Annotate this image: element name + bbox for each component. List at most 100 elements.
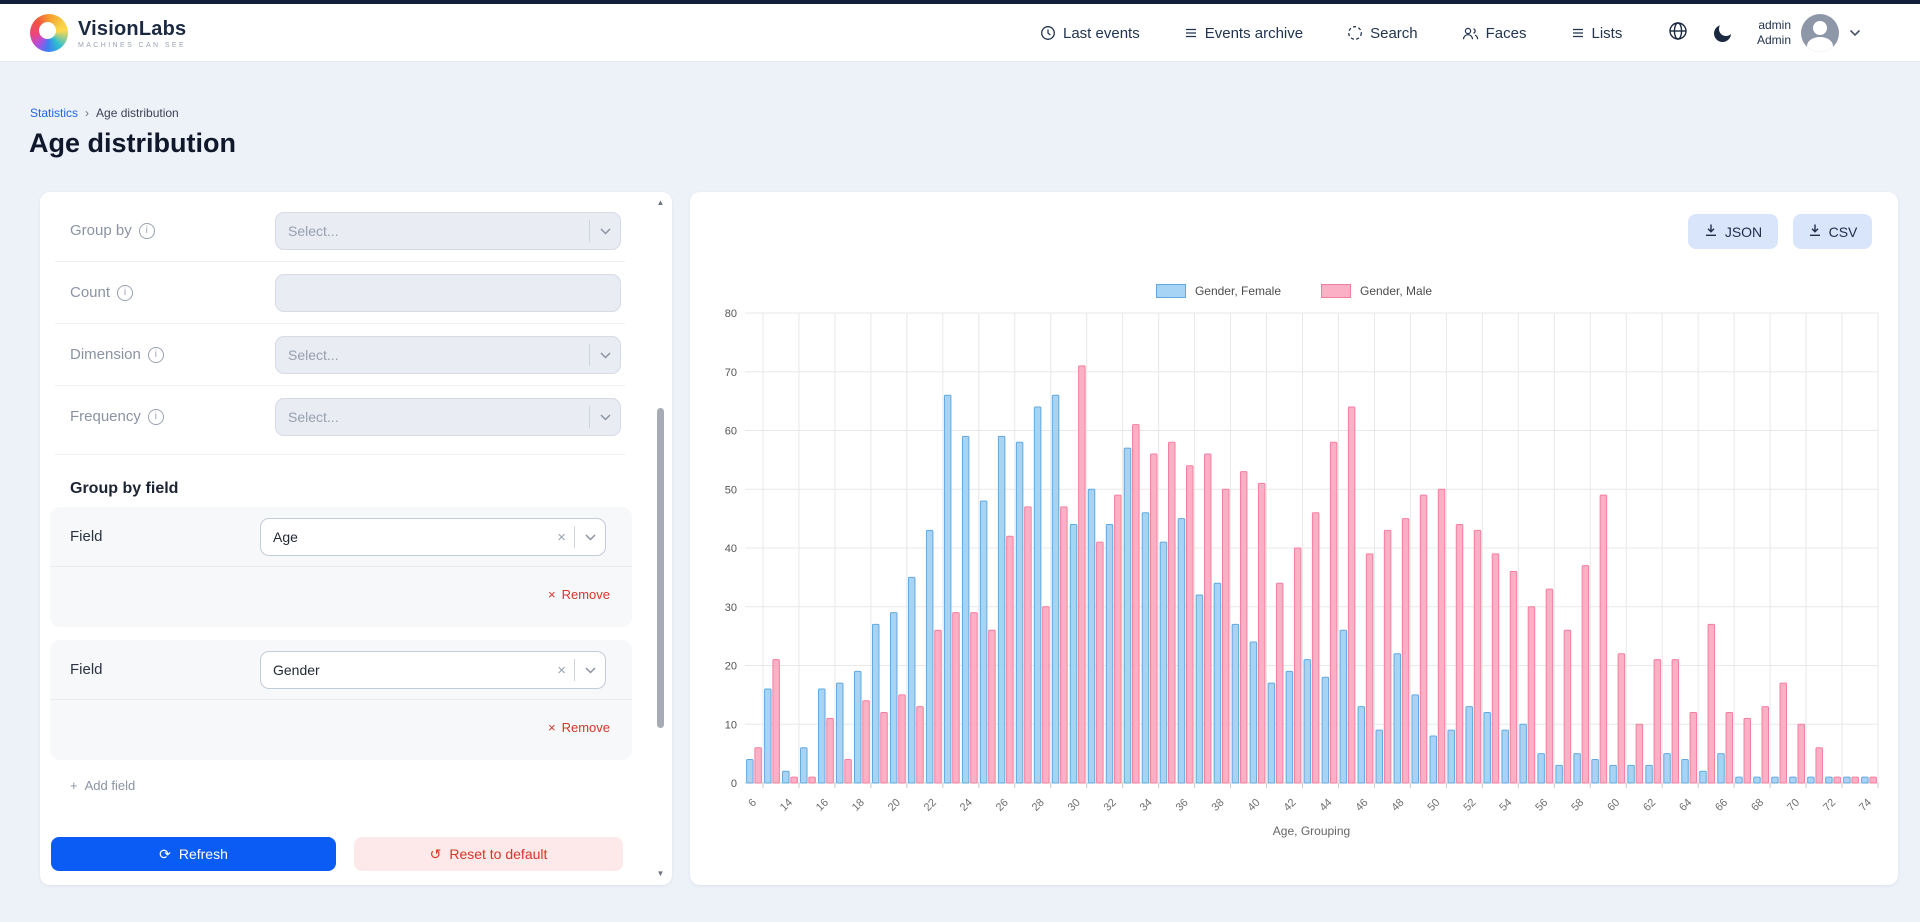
svg-text:56: 56 xyxy=(1533,797,1550,814)
svg-text:28: 28 xyxy=(1030,797,1047,814)
dimension-label: Dimension xyxy=(70,346,141,363)
nav-last-events[interactable]: Last events xyxy=(1040,25,1140,42)
svg-text:Age, Grouping: Age, Grouping xyxy=(1273,824,1350,838)
refresh-label: Refresh xyxy=(179,846,228,862)
visionlabs-logo[interactable]: VisionLabs MACHINES CAN SEE xyxy=(30,14,186,52)
dimension-row: Dimension i Select... xyxy=(55,324,625,386)
brand-tagline: MACHINES CAN SEE xyxy=(78,42,186,49)
info-icon[interactable]: i xyxy=(139,223,155,239)
clear-icon[interactable]: × xyxy=(549,529,574,546)
field-select-gender[interactable]: Gender × xyxy=(260,651,606,689)
count-label: Count xyxy=(70,284,110,301)
nav-label: Lists xyxy=(1592,25,1623,42)
nav-lists[interactable]: Lists xyxy=(1571,25,1623,42)
nav-faces[interactable]: Faces xyxy=(1462,25,1527,42)
svg-text:58: 58 xyxy=(1569,797,1586,814)
language-globe-icon[interactable] xyxy=(1668,21,1688,46)
user-menu[interactable]: admin Admin xyxy=(1757,14,1861,52)
nav-search[interactable]: Search xyxy=(1347,25,1418,42)
remove-x-icon: × xyxy=(548,587,556,602)
clear-icon[interactable]: × xyxy=(549,662,574,679)
group-by-select[interactable]: Select... xyxy=(275,212,621,250)
frequency-select[interactable]: Select... xyxy=(275,398,621,436)
field-value: Age xyxy=(261,529,549,545)
scroll-up-arrow[interactable]: ▲ xyxy=(656,198,665,208)
svg-text:60: 60 xyxy=(1605,797,1622,814)
svg-text:32: 32 xyxy=(1102,797,1119,814)
svg-text:34: 34 xyxy=(1138,797,1155,814)
dimension-select[interactable]: Select... xyxy=(275,336,621,374)
list-icon xyxy=(1184,26,1198,40)
legend-item-male[interactable]: Gender, Male xyxy=(1321,284,1432,298)
chevron-down-icon[interactable] xyxy=(590,352,620,359)
chart-panel: JSON CSV Gender, Female Gender, Male 010… xyxy=(690,192,1898,885)
nav-label: Search xyxy=(1370,25,1418,42)
export-json-button[interactable]: JSON xyxy=(1688,214,1778,249)
info-icon[interactable]: i xyxy=(148,409,164,425)
field-card-age: Field Age × × Remove xyxy=(50,507,632,627)
legend-label: Gender, Male xyxy=(1360,284,1432,298)
field-select-age[interactable]: Age × xyxy=(260,518,606,556)
remove-field-button[interactable]: × Remove xyxy=(548,587,610,602)
avatar[interactable] xyxy=(1801,14,1839,52)
user-name: admin xyxy=(1757,18,1791,33)
svg-text:20: 20 xyxy=(725,661,737,673)
group-by-field-heading: Group by field xyxy=(70,480,178,498)
user-role: Admin xyxy=(1757,33,1791,48)
field-card-gender: Field Gender × × Remove xyxy=(50,640,632,760)
breadcrumb-statistics[interactable]: Statistics xyxy=(30,106,78,120)
export-csv-label: CSV xyxy=(1829,224,1858,240)
svg-text:36: 36 xyxy=(1174,797,1191,814)
page-title: Age distribution xyxy=(29,128,236,159)
group-by-label: Group by xyxy=(70,222,132,239)
field-label: Field xyxy=(70,661,103,678)
scroll-down-arrow[interactable]: ▼ xyxy=(656,869,665,879)
svg-text:30: 30 xyxy=(725,602,737,614)
add-field-button[interactable]: + Add field xyxy=(70,778,135,793)
svg-text:72: 72 xyxy=(1821,797,1838,814)
svg-text:10: 10 xyxy=(725,719,737,731)
refresh-button[interactable]: ⟳ Refresh xyxy=(51,837,336,871)
nav-label: Events archive xyxy=(1205,25,1303,42)
remove-label: Remove xyxy=(562,720,610,735)
chevron-down-icon[interactable] xyxy=(1849,24,1861,42)
dashed-circle-icon xyxy=(1347,25,1363,41)
chevron-down-icon[interactable] xyxy=(575,667,605,674)
plus-icon: + xyxy=(70,778,78,793)
main-nav: Last events Events archive Search Faces … xyxy=(1040,4,1622,62)
count-row: Counti xyxy=(55,262,625,324)
visionlabs-logo-icon xyxy=(30,14,68,52)
remove-x-icon: × xyxy=(548,720,556,735)
info-icon[interactable]: i xyxy=(117,285,133,301)
remove-field-button[interactable]: × Remove xyxy=(548,720,610,735)
svg-text:54: 54 xyxy=(1497,797,1514,814)
export-csv-button[interactable]: CSV xyxy=(1793,214,1872,249)
list-icon xyxy=(1571,26,1585,40)
svg-text:20: 20 xyxy=(886,797,903,814)
add-field-label: Add field xyxy=(85,778,136,793)
field-value: Gender xyxy=(261,662,549,678)
chevron-down-icon[interactable] xyxy=(575,534,605,541)
chevron-down-icon[interactable] xyxy=(590,228,620,235)
frequency-row: Frequency i Select... xyxy=(55,386,625,448)
frequency-label: Frequency xyxy=(70,408,141,425)
svg-text:60: 60 xyxy=(725,426,737,438)
breadcrumb: Statistics › Age distribution xyxy=(30,106,179,120)
legend-label: Gender, Female xyxy=(1195,284,1281,298)
select-placeholder: Select... xyxy=(276,409,589,425)
count-input[interactable] xyxy=(275,274,621,312)
nav-events-archive[interactable]: Events archive xyxy=(1184,25,1303,42)
select-placeholder: Select... xyxy=(276,347,589,363)
export-json-label: JSON xyxy=(1725,224,1762,240)
info-icon[interactable]: i xyxy=(148,347,164,363)
reset-to-default-button[interactable]: ↺ Reset to default xyxy=(354,837,623,871)
chevron-down-icon[interactable] xyxy=(590,414,620,421)
svg-text:50: 50 xyxy=(725,484,737,496)
legend-item-female[interactable]: Gender, Female xyxy=(1156,284,1281,298)
dark-mode-moon-icon[interactable] xyxy=(1714,25,1731,42)
scrollbar-thumb[interactable] xyxy=(657,408,664,728)
download-icon xyxy=(1808,223,1822,240)
panel-scrollbar[interactable]: ▲ ▼ xyxy=(656,198,665,879)
clock-icon xyxy=(1040,25,1056,41)
people-icon xyxy=(1462,26,1479,41)
